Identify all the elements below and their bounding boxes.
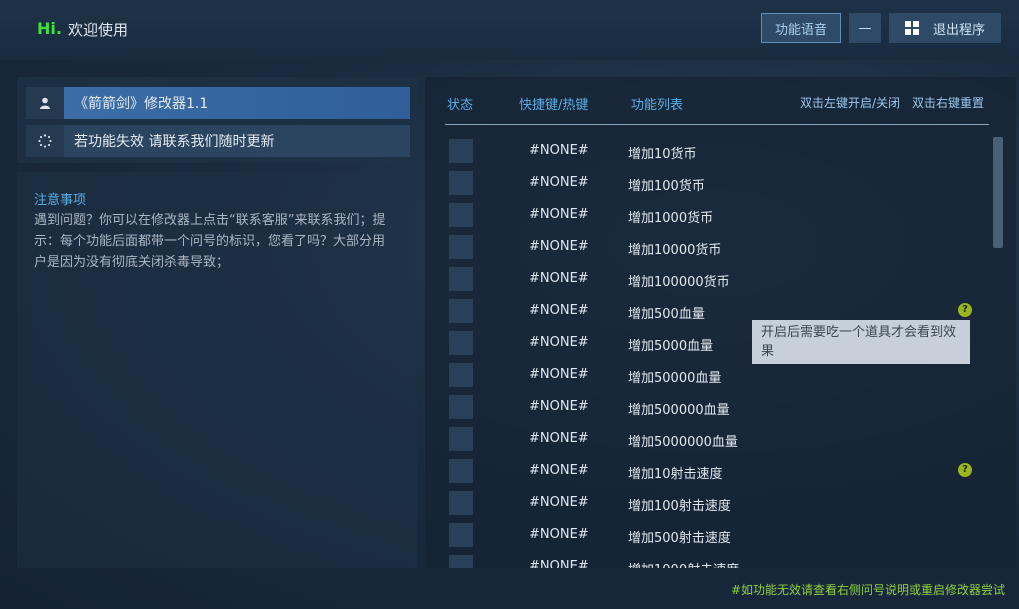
function-name: 增加500射击速度 [628,531,731,546]
table-row[interactable]: #NONE# 增加1000货币 [425,199,985,231]
status-toggle[interactable] [449,267,473,291]
hotkey-cell[interactable]: #NONE# [529,559,589,568]
function-name: 增加5000血量 [628,339,714,354]
notice-title: 注意事项 [34,193,87,208]
function-name: 增加5000000血量 [628,435,738,450]
table-row[interactable]: #NONE# 增加500000血量 [425,391,985,423]
game-title: 《箭箭剑》修改器1.1 [64,87,410,119]
function-name: 增加100射击速度 [628,499,731,514]
hotkey-cell[interactable]: #NONE# [529,143,589,158]
function-name: 增加100货币 [628,179,705,194]
function-name: 增加1000货币 [628,211,714,226]
function-name: 增加500000血量 [628,403,730,418]
hi-logo: Hi. [37,19,62,38]
table-row[interactable]: #NONE# 增加100射击速度 [425,487,985,519]
status-toggle[interactable] [449,427,473,451]
tooltip: 开启后需要吃一个道具才会看到效果 [752,320,970,364]
hotkey-cell[interactable]: #NONE# [529,239,589,254]
status-toggle[interactable] [449,299,473,323]
function-name: 增加100000货币 [628,275,730,290]
table-row[interactable]: #NONE# 增加1000射击速度 [425,551,985,568]
notice-panel: 注意事项 遇到问题？你可以在修改器上点击“联系客服”来联系我们；提示：每个功能后… [17,172,417,568]
column-status: 状态 [447,98,474,113]
status-toggle[interactable] [449,331,473,355]
hotkey-cell[interactable]: #NONE# [529,175,589,190]
hotkey-cell[interactable]: #NONE# [529,527,589,542]
hotkey-cell[interactable]: #NONE# [529,399,589,414]
status-toggle[interactable] [449,171,473,195]
status-toggle[interactable] [449,363,473,387]
function-name: 增加10射击速度 [628,467,723,482]
function-name: 增加50000血量 [628,371,722,386]
hotkey-cell[interactable]: #NONE# [529,271,589,286]
column-hotkey: 快捷键/热键 [519,98,589,113]
hotkey-cell[interactable]: #NONE# [529,335,589,350]
windows-icon [904,21,919,35]
table-row[interactable]: #NONE# 增加5000000血量 [425,423,985,455]
table-row[interactable]: #NONE# 增加100000货币 [425,263,985,295]
help-icon[interactable]: ? [958,303,972,317]
header-divider [445,124,989,125]
game-title-row: 《箭箭剑》修改器1.1 [26,87,410,119]
function-name: 增加1000射击速度 [628,559,739,568]
status-toggle[interactable] [449,491,473,515]
function-name: 增加10货币 [628,147,697,162]
notice-body: 遇到问题？你可以在修改器上点击“联系客服”来联系我们；提示：每个功能后面都带一个… [34,213,386,270]
help-icon[interactable]: ? [958,463,972,477]
status-toggle[interactable] [449,203,473,227]
function-name: 增加500血量 [628,307,705,322]
title-bar: Hi. 欢迎使用 功能语音 — 退出程序 [0,0,1019,60]
footer-hint: #如功能无效请查看右侧问号说明或重启修改器尝试 [730,583,1005,597]
status-toggle[interactable] [449,523,473,547]
status-toggle[interactable] [449,139,473,163]
status-toggle[interactable] [449,459,473,483]
table-row[interactable]: #NONE# 增加500射击速度 [425,519,985,551]
hotkey-cell[interactable]: #NONE# [529,463,589,478]
table-row[interactable]: #NONE# 增加10000货币 [425,231,985,263]
hotkey-cell[interactable]: #NONE# [529,367,589,382]
update-row: 若功能失效 请联系我们随时更新 [26,125,410,157]
user-icon [26,87,64,119]
loading-icon [26,125,64,157]
exit-label: 退出程序 [932,22,985,38]
hotkey-cell[interactable]: #NONE# [529,303,589,318]
hint-left-click: 双击左键开启/关闭 [800,96,901,110]
table-row[interactable]: #NONE# 增加100货币 [425,167,985,199]
hint-right-click: 双击右键重置 [912,96,985,110]
status-toggle[interactable] [449,555,473,568]
status-toggle[interactable] [449,235,473,259]
hotkey-cell[interactable]: #NONE# [529,495,589,510]
minimize-button[interactable]: — [849,13,881,43]
status-toggle[interactable] [449,395,473,419]
hotkey-cell[interactable]: #NONE# [529,207,589,222]
voice-button[interactable]: 功能语音 [761,13,841,43]
update-text: 若功能失效 请联系我们随时更新 [64,125,410,157]
scrollbar[interactable] [993,137,1003,248]
welcome-text: 欢迎使用 [68,21,129,39]
column-function: 功能列表 [631,98,684,113]
exit-button[interactable]: 退出程序 [889,13,1001,43]
hotkey-cell[interactable]: #NONE# [529,431,589,446]
function-name: 增加10000货币 [628,243,722,258]
table-row[interactable]: #NONE# 增加10射击速度? [425,455,985,487]
info-panel: 《箭箭剑》修改器1.1 若功能失效 请联系我们随时更新 [17,77,417,163]
table-row[interactable]: #NONE# 增加10货币 [425,135,985,167]
